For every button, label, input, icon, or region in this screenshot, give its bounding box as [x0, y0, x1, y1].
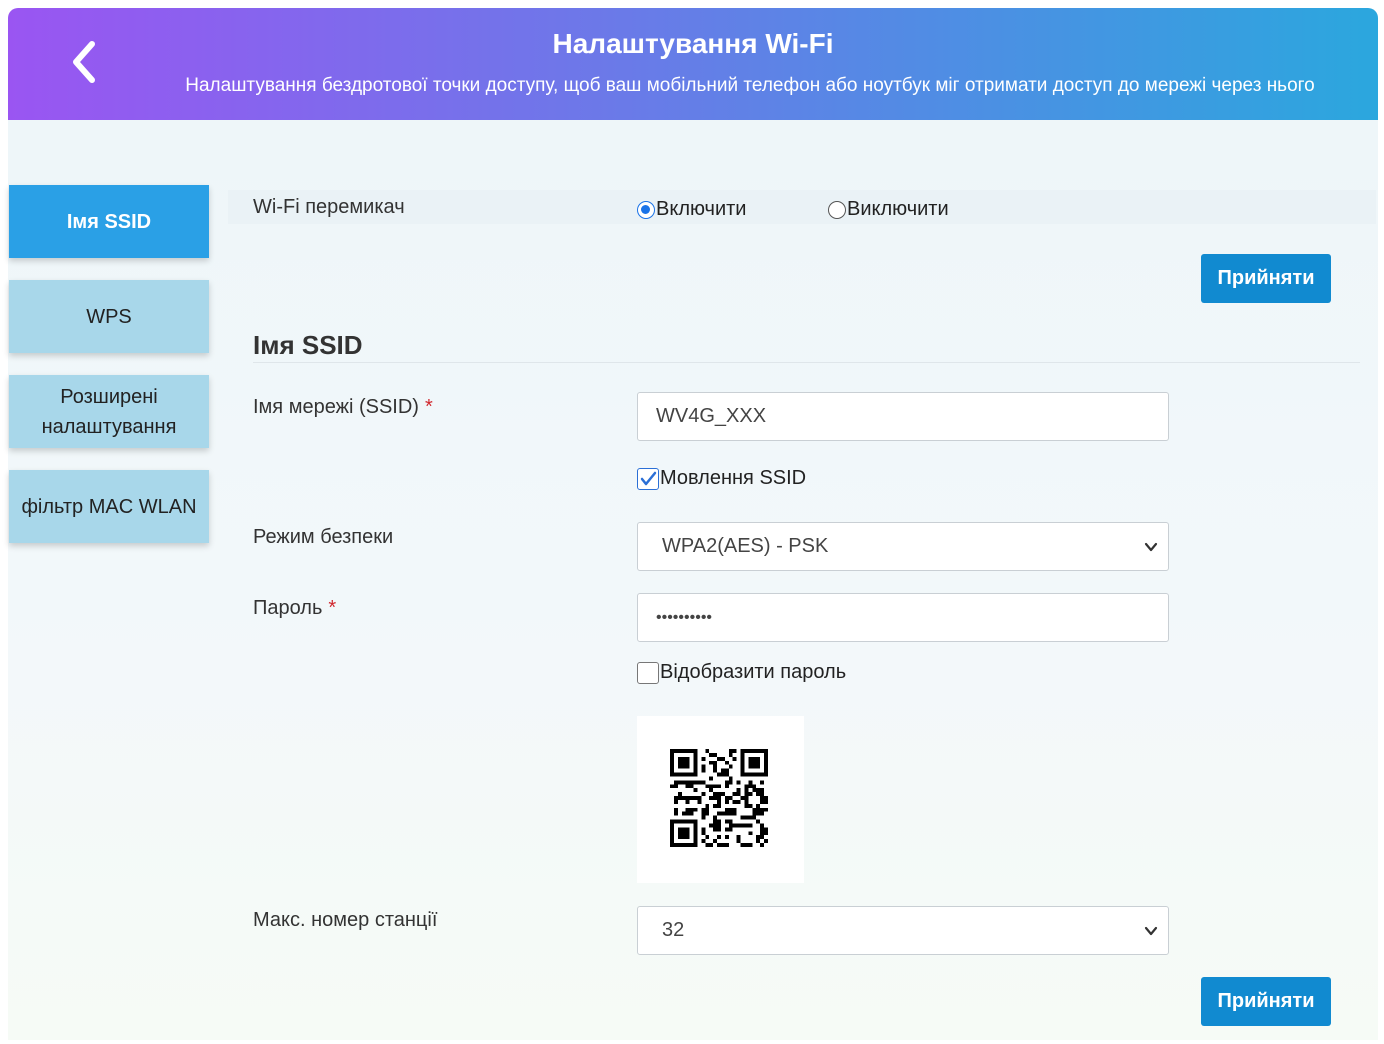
max-station-value: 32 [662, 919, 685, 941]
ssid-input[interactable]: WV4G_XXX [637, 392, 1169, 441]
page-title: Налаштування Wi-Fi [552, 28, 834, 59]
section-divider [253, 362, 1360, 363]
chevron-down-icon [1144, 926, 1158, 935]
broadcast-ssid-label: Мовлення SSID [660, 467, 807, 489]
radio-disable-label: Виключити [847, 198, 949, 220]
wifi-switch-label: Wi-Fi перемикач [253, 196, 405, 218]
security-mode-value: WPA2(AES) - PSK [662, 535, 829, 557]
sidebar-item-label: WPS [86, 305, 132, 328]
required-mark: * [424, 396, 433, 418]
content-background [8, 120, 1378, 1040]
sidebar-item-advanced-settings[interactable]: Розширені налаштування [9, 375, 209, 448]
password-input-value: •••••••••• [656, 608, 713, 626]
qr-code-icon [670, 749, 768, 847]
page-header: Налаштування Wi-Fi Налаштування бездрото… [8, 8, 1378, 120]
sidebar-item-label: фільтр MAC WLAN [21, 495, 197, 518]
security-mode-label: Режим безпеки [253, 526, 394, 548]
ssid-input-value: WV4G_XXX [656, 405, 767, 427]
radio-button-checked[interactable] [637, 200, 655, 219]
radio-enable-label: Включити [656, 198, 747, 220]
chevron-down-icon [1144, 542, 1158, 551]
radio-disable[interactable]: Виключити [828, 198, 949, 221]
radio-enable[interactable]: Включити [637, 198, 746, 221]
radio-button-unchecked[interactable] [828, 200, 846, 219]
max-station-label: Макс. номер станції [253, 909, 438, 931]
security-mode-select[interactable]: WPA2(AES) - PSK [637, 522, 1169, 571]
max-station-select[interactable]: 32 [637, 906, 1169, 955]
wifi-settings-page: Налаштування Wi-Fi Налаштування бездрото… [0, 0, 1384, 1044]
checkbox-unchecked[interactable] [637, 661, 659, 684]
section-title: Імя SSID [253, 330, 363, 360]
broadcast-ssid-checkbox[interactable]: Мовлення SSID [637, 467, 806, 490]
wifi-qr-code [637, 716, 804, 883]
required-mark: * [328, 597, 337, 619]
password-label: Пароль * [253, 597, 336, 620]
password-label-text: Пароль [253, 597, 323, 619]
sidebar-item-label: Розширені налаштування [41, 385, 177, 438]
network-name-label-text: Імя мережі (SSID) [253, 396, 419, 418]
checkbox-checked[interactable] [637, 467, 659, 490]
sidebar-item-wps[interactable]: WPS [9, 280, 209, 353]
network-name-label: Імя мережі (SSID) * [253, 396, 433, 419]
sidebar-item-ssid-name[interactable]: Імя SSID [9, 185, 209, 258]
page-subtitle: Налаштування бездротової точки доступу, … [185, 75, 1315, 96]
sidebar-item-label: Імя SSID [66, 210, 152, 233]
apply-button-bottom[interactable]: Прийняти [1201, 977, 1331, 1026]
show-password-checkbox[interactable]: Відобразити пароль [637, 661, 846, 684]
password-input[interactable]: •••••••••• [637, 593, 1169, 642]
apply-button-top[interactable]: Прийняти [1201, 254, 1331, 303]
sidebar-item-mac-filter[interactable]: фільтр MAC WLAN [9, 470, 209, 543]
show-password-label: Відобразити пароль [660, 661, 847, 683]
